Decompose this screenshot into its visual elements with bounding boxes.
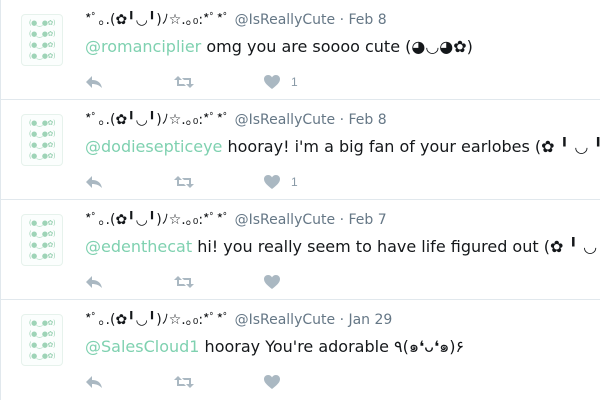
avatar-text: (●‿●✿) (28, 119, 56, 127)
display-name[interactable]: *ﾟ｡.(✿╹◡╹)ﾉ☆.｡₀:*ﾟ*ﾟ (85, 212, 230, 228)
reply-icon (86, 376, 102, 388)
tweet-actions (85, 270, 385, 294)
user-handle[interactable]: @IsReallyCute (235, 112, 336, 128)
like-button[interactable]: 1 (263, 170, 298, 194)
avatar-text: (●‿●✿) (28, 130, 56, 138)
avatar-text: (●‿●✿) (28, 219, 56, 227)
separator-dot: · (339, 312, 345, 328)
tweet-header: *ﾟ｡.(✿╹◡╹)ﾉ☆.｡₀:*ﾟ*ﾟ @IsReallyCute · Jan… (85, 310, 392, 330)
display-name[interactable]: *ﾟ｡.(✿╹◡╹)ﾉ☆.｡₀:*ﾟ*ﾟ (85, 112, 230, 128)
like-count: 1 (291, 175, 298, 189)
timeline: (●‿●✿) (●‿●✿) (●‿●✿) (●‿●✿) *ﾟ｡.(✿╹◡╹)ﾉ☆… (0, 0, 600, 400)
reply-icon (86, 76, 102, 88)
retweet-button[interactable] (173, 70, 195, 94)
tweet-text: @edenthecat hi! you really seem to have … (85, 236, 600, 258)
like-button[interactable]: 1 (263, 70, 298, 94)
retweet-icon (174, 176, 194, 188)
retweet-icon (174, 376, 194, 388)
tweet-header: *ﾟ｡.(✿╹◡╹)ﾉ☆.｡₀:*ﾟ*ﾟ @IsReallyCute · Feb… (85, 210, 387, 230)
user-handle[interactable]: @IsReallyCute (235, 212, 336, 228)
avatar-text: (●‿●✿) (28, 141, 56, 149)
timestamp[interactable]: Jan 29 (348, 312, 392, 328)
avatar-text: (●‿●✿) (28, 319, 56, 327)
tweet[interactable]: (●‿●✿) (●‿●✿) (●‿●✿) (●‿●✿) *ﾟ｡.(✿╹◡╹)ﾉ☆… (1, 200, 600, 300)
avatar-text: (●‿●✿) (28, 30, 56, 38)
tweet-body: hi! you really seem to have life figured… (192, 237, 600, 256)
tweet-text: @dodiesepticeye hooray! i'm a big fan of… (85, 136, 600, 158)
tweet-body: omg you are soooo cute (◕◡◕✿) (201, 37, 473, 56)
retweet-icon (174, 76, 194, 88)
tweet[interactable]: (●‿●✿) (●‿●✿) (●‿●✿) (●‿●✿) *ﾟ｡.(✿╹◡╹)ﾉ☆… (1, 0, 600, 100)
avatar[interactable]: (●‿●✿) (●‿●✿) (●‿●✿) (●‿●✿) (21, 114, 63, 166)
display-name[interactable]: *ﾟ｡.(✿╹◡╹)ﾉ☆.｡₀:*ﾟ*ﾟ (85, 312, 230, 328)
avatar-text: (●‿●✿) (28, 330, 56, 338)
avatar[interactable]: (●‿●✿) (●‿●✿) (●‿●✿) (●‿●✿) (21, 314, 63, 366)
user-handle[interactable]: @IsReallyCute (235, 12, 336, 28)
heart-icon (264, 75, 280, 89)
avatar[interactable]: (●‿●✿) (●‿●✿) (●‿●✿) (●‿●✿) (21, 214, 63, 266)
avatar[interactable]: (●‿●✿) (●‿●✿) (●‿●✿) (●‿●✿) (21, 14, 63, 66)
tweet-text: @romanciplier omg you are soooo cute (◕◡… (85, 36, 473, 58)
avatar-text: (●‿●✿) (28, 241, 56, 249)
like-button[interactable] (263, 370, 291, 394)
heart-icon (264, 275, 280, 289)
avatar-text: (●‿●✿) (28, 152, 56, 160)
mention-link[interactable]: @SalesCloud1 (85, 337, 199, 356)
reply-button[interactable] (85, 70, 103, 94)
retweet-button[interactable] (173, 370, 195, 394)
separator-dot: · (339, 12, 345, 28)
retweet-button[interactable] (173, 170, 195, 194)
like-button[interactable] (263, 270, 291, 294)
avatar-text: (●‿●✿) (28, 252, 56, 260)
heart-icon (264, 375, 280, 389)
reply-icon (86, 176, 102, 188)
tweet[interactable]: (●‿●✿) (●‿●✿) (●‿●✿) (●‿●✿) *ﾟ｡.(✿╹◡╹)ﾉ☆… (1, 300, 600, 400)
avatar-text: (●‿●✿) (28, 41, 56, 49)
tweet-body: hooray! i'm a big fan of your earlobes (… (222, 137, 600, 156)
like-count: 1 (291, 75, 298, 89)
avatar-text: (●‿●✿) (28, 230, 56, 238)
tweet-body: hooray You're adorable ٩(๑❛ᴗ❛๑)۶ (199, 337, 465, 356)
reply-button[interactable] (85, 170, 103, 194)
mention-link[interactable]: @romanciplier (85, 37, 201, 56)
separator-dot: · (339, 212, 345, 228)
user-handle[interactable]: @IsReallyCute (235, 312, 336, 328)
retweet-button[interactable] (173, 270, 195, 294)
reply-icon (86, 276, 102, 288)
heart-icon (264, 175, 280, 189)
reply-button[interactable] (85, 270, 103, 294)
retweet-icon (174, 276, 194, 288)
reply-button[interactable] (85, 370, 103, 394)
avatar-text: (●‿●✿) (28, 341, 56, 349)
tweet-actions: 1 (85, 70, 385, 94)
timestamp[interactable]: Feb 7 (348, 212, 386, 228)
avatar-text: (●‿●✿) (28, 19, 56, 27)
mention-link[interactable]: @edenthecat (85, 237, 192, 256)
timestamp[interactable]: Feb 8 (348, 12, 386, 28)
tweet-actions (85, 370, 385, 394)
tweet-actions: 1 (85, 170, 385, 194)
display-name[interactable]: *ﾟ｡.(✿╹◡╹)ﾉ☆.｡₀:*ﾟ*ﾟ (85, 12, 230, 28)
tweet-text: @SalesCloud1 hooray You're adorable ٩(๑❛… (85, 336, 464, 358)
tweet-header: *ﾟ｡.(✿╹◡╹)ﾉ☆.｡₀:*ﾟ*ﾟ @IsReallyCute · Feb… (85, 10, 387, 30)
tweet[interactable]: (●‿●✿) (●‿●✿) (●‿●✿) (●‿●✿) *ﾟ｡.(✿╹◡╹)ﾉ☆… (1, 100, 600, 200)
separator-dot: · (339, 112, 345, 128)
timestamp[interactable]: Feb 8 (348, 112, 386, 128)
avatar-text: (●‿●✿) (28, 52, 56, 60)
mention-link[interactable]: @dodiesepticeye (85, 137, 222, 156)
tweet-header: *ﾟ｡.(✿╹◡╹)ﾉ☆.｡₀:*ﾟ*ﾟ @IsReallyCute · Feb… (85, 110, 387, 130)
avatar-text: (●‿●✿) (28, 352, 56, 360)
